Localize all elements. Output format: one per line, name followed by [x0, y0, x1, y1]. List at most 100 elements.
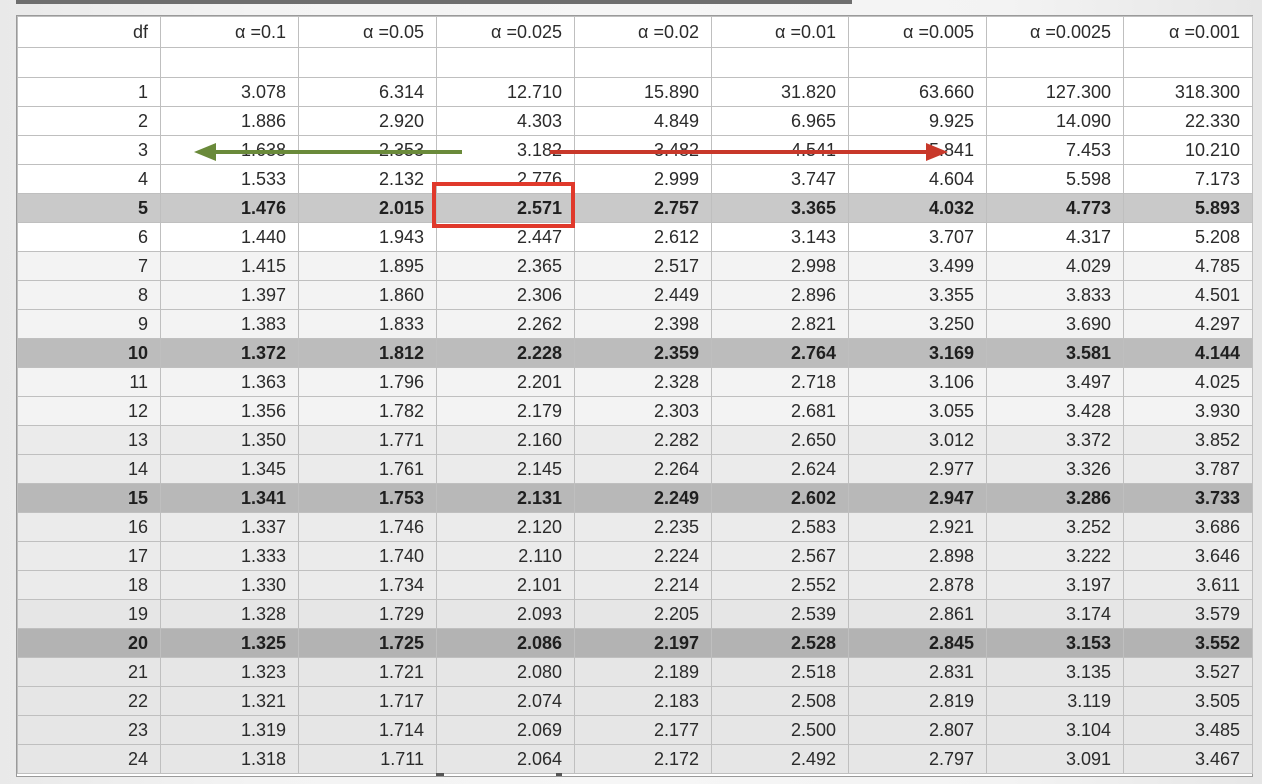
column-header-alpha: α =0.02	[574, 16, 712, 48]
critical-value-cell: 1.740	[298, 541, 437, 571]
column-header-df: df	[17, 16, 161, 48]
df-cell: 20	[17, 628, 161, 658]
critical-value-cell: 3.467	[1123, 744, 1253, 774]
critical-value-cell: 6.314	[298, 77, 437, 107]
critical-value-cell: 1.440	[160, 222, 299, 252]
critical-value-cell: 127.300	[986, 77, 1124, 107]
df-cell: 4	[17, 164, 161, 194]
critical-value-cell: 7.173	[1123, 164, 1253, 194]
critical-value-cell: 1.860	[298, 280, 437, 310]
critical-value-cell: 2.132	[298, 164, 437, 194]
critical-value-cell: 3.733	[1123, 483, 1253, 513]
critical-value-cell: 3.611	[1123, 570, 1253, 600]
critical-value-cell: 1.714	[298, 715, 437, 745]
table-row: 1 3.078 6.314 12.710 15.890 31.820 63.660 127.3…	[17, 77, 1253, 107]
critical-value-cell: 3.707	[848, 222, 987, 252]
critical-value-cell: 3.153	[986, 628, 1124, 658]
table-row: 5 1.476 2.015 2.571 2.757 3.365 4.032 4.773 5.89…	[17, 193, 1253, 223]
critical-value-cell: 5.841	[848, 135, 987, 165]
critical-value-cell: 1.330	[160, 570, 299, 600]
critical-value-cell: 3.579	[1123, 599, 1253, 629]
table-row: 3 1.638 2.353 3.182 3.482 4.541 5.841 7.453 10.2…	[17, 135, 1253, 165]
df-cell: 10	[17, 338, 161, 368]
critical-value-cell: 1.341	[160, 483, 299, 513]
critical-value-cell: 3.365	[711, 193, 849, 223]
critical-value-cell: 2.249	[574, 483, 712, 513]
critical-value-cell: 2.201	[436, 367, 575, 397]
table-row: 13 1.350 1.771 2.160 2.282 2.650 3.012 3.372 3.8…	[17, 425, 1253, 455]
critical-value-cell: 1.782	[298, 396, 437, 426]
critical-value-cell: 2.831	[848, 657, 987, 687]
critical-value-cell: 2.101	[436, 570, 575, 600]
table-body: 1 3.078 6.314 12.710 15.890 31.820 63.660 127.3…	[17, 47, 1253, 774]
critical-value-cell: 2.612	[574, 222, 712, 252]
column-header-alpha: α =0.025	[436, 16, 575, 48]
df-cell: 23	[17, 715, 161, 745]
table-row: 2 1.886 2.920 4.303 4.849 6.965 9.925 14.090 22.…	[17, 106, 1253, 136]
df-cell: 2	[17, 106, 161, 136]
critical-value-cell: 3.581	[986, 338, 1124, 368]
critical-value-cell: 2.508	[711, 686, 849, 716]
critical-value-cell: 1.729	[298, 599, 437, 629]
table-row: 4 1.533 2.132 2.776 2.999 3.747 4.604 5.598 7.17…	[17, 164, 1253, 194]
critical-value-cell: 1.356	[160, 396, 299, 426]
critical-value-cell: 1.771	[298, 425, 437, 455]
column-header-alpha: α =0.1	[160, 16, 299, 48]
critical-value-cell: 2.921	[848, 512, 987, 542]
df-cell: 13	[17, 425, 161, 455]
critical-value-cell: 4.297	[1123, 309, 1253, 339]
table-row: 21 1.323 1.721 2.080 2.189 2.518 2.831 3.135 3.5…	[17, 657, 1253, 687]
critical-value-cell: 2.819	[848, 686, 987, 716]
t-distribution-table: df α =0.1 α =0.05 α =0.025 α =0.02 α =0.01 α =…	[17, 16, 1253, 774]
critical-value-cell: 3.143	[711, 222, 849, 252]
critical-value-cell: 3.428	[986, 396, 1124, 426]
bottom-edge-mark	[556, 773, 562, 776]
df-cell: 7	[17, 251, 161, 281]
critical-value-cell: 10.210	[1123, 135, 1253, 165]
critical-value-cell: 3.747	[711, 164, 849, 194]
critical-value-cell: 2.650	[711, 425, 849, 455]
table-row: 16 1.337 1.746 2.120 2.235 2.583 2.921 3.252 3.6…	[17, 512, 1253, 542]
critical-value-cell: 2.500	[711, 715, 849, 745]
critical-value-cell: 1.734	[298, 570, 437, 600]
df-cell: 24	[17, 744, 161, 774]
critical-value-cell: 2.179	[436, 396, 575, 426]
critical-value-cell: 4.303	[436, 106, 575, 136]
df-cell: 8	[17, 280, 161, 310]
critical-value-cell: 1.721	[298, 657, 437, 687]
critical-value-cell: 2.224	[574, 541, 712, 571]
critical-value-cell: 4.317	[986, 222, 1124, 252]
critical-value-cell: 3.787	[1123, 454, 1253, 484]
critical-value-cell: 3.252	[986, 512, 1124, 542]
df-cell: 16	[17, 512, 161, 542]
critical-value-cell: 4.773	[986, 193, 1124, 223]
critical-value-cell: 1.345	[160, 454, 299, 484]
table-row: 15 1.341 1.753 2.131 2.249 2.602 2.947 3.286 3.7…	[17, 483, 1253, 513]
critical-value-cell: 1.318	[160, 744, 299, 774]
critical-value-cell: 2.214	[574, 570, 712, 600]
table-row: 18 1.330 1.734 2.101 2.214 2.552 2.878 3.197 3.6…	[17, 570, 1253, 600]
critical-value-cell: 15.890	[574, 77, 712, 107]
critical-value-cell: 3.055	[848, 396, 987, 426]
critical-value-cell: 2.172	[574, 744, 712, 774]
df-cell: 11	[17, 367, 161, 397]
critical-value-cell: 2.998	[711, 251, 849, 281]
df-cell: 17	[17, 541, 161, 571]
critical-value-cell: 1.943	[298, 222, 437, 252]
critical-value-cell: 2.353	[298, 135, 437, 165]
critical-value-cell: 4.144	[1123, 338, 1253, 368]
critical-value-cell: 3.326	[986, 454, 1124, 484]
critical-value-cell: 14.090	[986, 106, 1124, 136]
df-cell: 5	[17, 193, 161, 223]
table-row: 9 1.383 1.833 2.262 2.398 2.821 3.250 3.690 4.29…	[17, 309, 1253, 339]
critical-value-cell: 1.796	[298, 367, 437, 397]
critical-value-cell: 1.746	[298, 512, 437, 542]
critical-value-cell: 2.896	[711, 280, 849, 310]
critical-value-cell: 3.646	[1123, 541, 1253, 571]
critical-value-cell: 3.372	[986, 425, 1124, 455]
critical-value-cell: 2.797	[848, 744, 987, 774]
critical-value-cell: 2.262	[436, 309, 575, 339]
column-header-alpha: α =0.001	[1123, 16, 1253, 48]
df-cell: 1	[17, 77, 161, 107]
critical-value-cell: 1.363	[160, 367, 299, 397]
